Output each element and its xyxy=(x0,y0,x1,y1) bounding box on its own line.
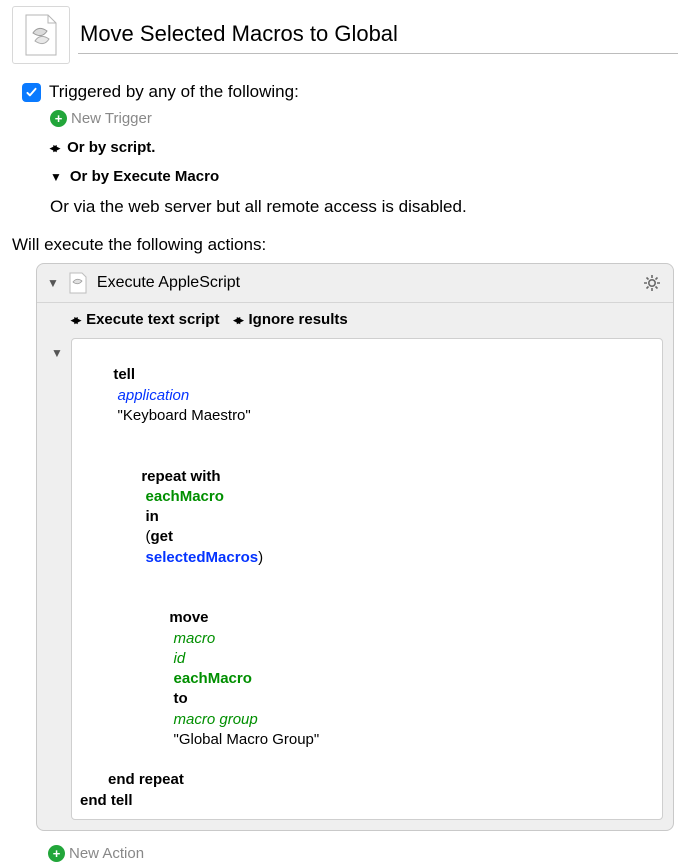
via-web-label: Or via the web server but all remote acc… xyxy=(50,197,678,217)
code-var: eachMacro xyxy=(146,488,224,505)
results-mode-label: Ignore results xyxy=(249,311,348,328)
triggers-enabled-checkbox[interactable] xyxy=(22,83,41,102)
by-script-label: Or by script. xyxy=(67,139,155,156)
applescript-icon xyxy=(67,272,89,294)
code-kw: tell xyxy=(113,366,135,383)
new-trigger-button[interactable]: + New Trigger xyxy=(50,110,678,127)
code-class: macro group xyxy=(174,711,258,728)
new-trigger-label: New Trigger xyxy=(71,110,152,127)
action-title: Execute AppleScript xyxy=(97,274,633,292)
macro-document-icon xyxy=(12,6,70,64)
script-editor[interactable]: tell application "Keyboard Maestro" repe… xyxy=(71,338,663,820)
code-str: "Keyboard Maestro" xyxy=(118,407,251,424)
updown-icon: ◂▸ xyxy=(233,312,240,328)
by-script-row[interactable]: ◂▸ Or by script. xyxy=(50,139,678,156)
new-action-label: New Action xyxy=(69,845,144,862)
chevron-down-icon: ▼ xyxy=(50,170,62,184)
code-kw: get xyxy=(151,528,174,545)
code-class: macro xyxy=(174,630,216,647)
code-kw: to xyxy=(174,690,188,707)
code-class: application xyxy=(118,387,190,404)
plus-icon: + xyxy=(48,845,65,862)
code-var: eachMacro xyxy=(174,670,252,687)
action-card: ▼ Execute AppleScript ◂▸ Execute text sc… xyxy=(36,263,674,831)
code-kw: move xyxy=(169,609,208,626)
plus-icon: + xyxy=(50,110,67,127)
code-kw: end tell xyxy=(80,792,133,809)
code-prop: selectedMacros xyxy=(146,549,259,566)
gear-icon[interactable] xyxy=(641,272,663,294)
execute-mode-label: Execute text script xyxy=(86,311,219,328)
macro-title-input[interactable] xyxy=(78,17,678,54)
chevron-down-icon[interactable]: ▼ xyxy=(47,276,59,290)
code-class: id xyxy=(174,650,186,667)
updown-icon: ◂▸ xyxy=(71,312,78,328)
triggers-heading: Triggered by any of the following: xyxy=(49,82,299,102)
by-execute-macro-row[interactable]: ▼ Or by Execute Macro xyxy=(50,168,678,185)
code-kw: in xyxy=(146,508,159,525)
results-mode-select[interactable]: ◂▸ Ignore results xyxy=(233,311,347,328)
code-str: "Global Macro Group" xyxy=(174,731,320,748)
code-kw: repeat with xyxy=(141,468,220,485)
code-kw: end repeat xyxy=(108,771,184,788)
actions-heading: Will execute the following actions: xyxy=(12,235,678,255)
chevron-down-icon[interactable]: ▼ xyxy=(51,346,63,360)
updown-icon: ◂▸ xyxy=(50,140,57,156)
new-action-button[interactable]: + New Action xyxy=(48,845,678,862)
execute-mode-select[interactable]: ◂▸ Execute text script xyxy=(71,311,219,328)
by-execute-macro-label: Or by Execute Macro xyxy=(70,168,219,185)
